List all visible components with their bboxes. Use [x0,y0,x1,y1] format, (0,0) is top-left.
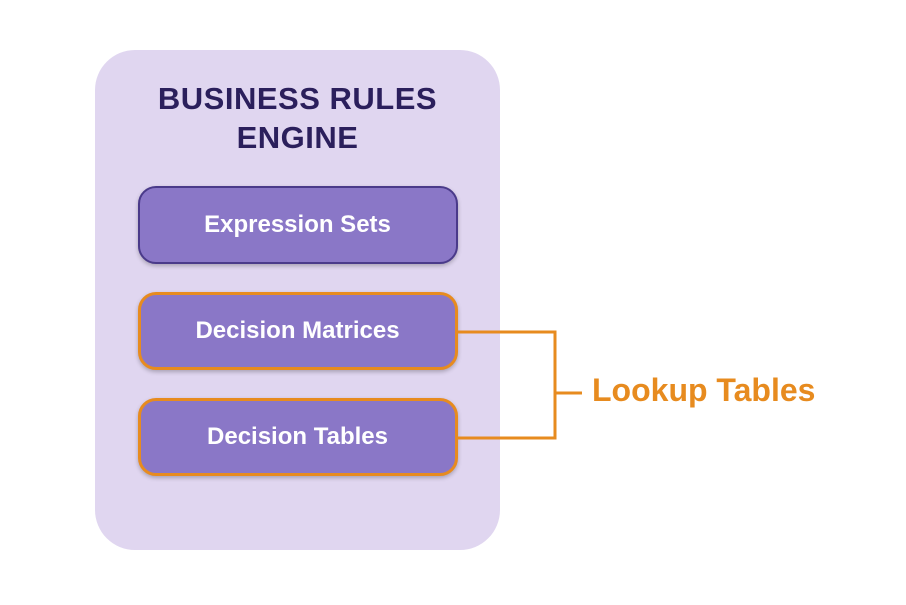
expression-sets-label: Expression Sets [204,211,391,239]
decision-tables-box: Decision Tables [138,398,458,476]
engine-title: BUSINESS RULES ENGINE [125,80,470,158]
lookup-tables-text: Lookup Tables [592,372,815,408]
engine-container: BUSINESS RULES ENGINE Expression Sets De… [95,50,500,550]
engine-title-line1: BUSINESS RULES [158,81,437,116]
lookup-tables-label: Lookup Tables [592,372,815,409]
decision-tables-label: Decision Tables [207,423,388,451]
decision-matrices-label: Decision Matrices [195,317,399,345]
engine-title-line2: ENGINE [237,120,359,155]
decision-matrices-box: Decision Matrices [138,292,458,370]
expression-sets-box: Expression Sets [138,186,458,264]
